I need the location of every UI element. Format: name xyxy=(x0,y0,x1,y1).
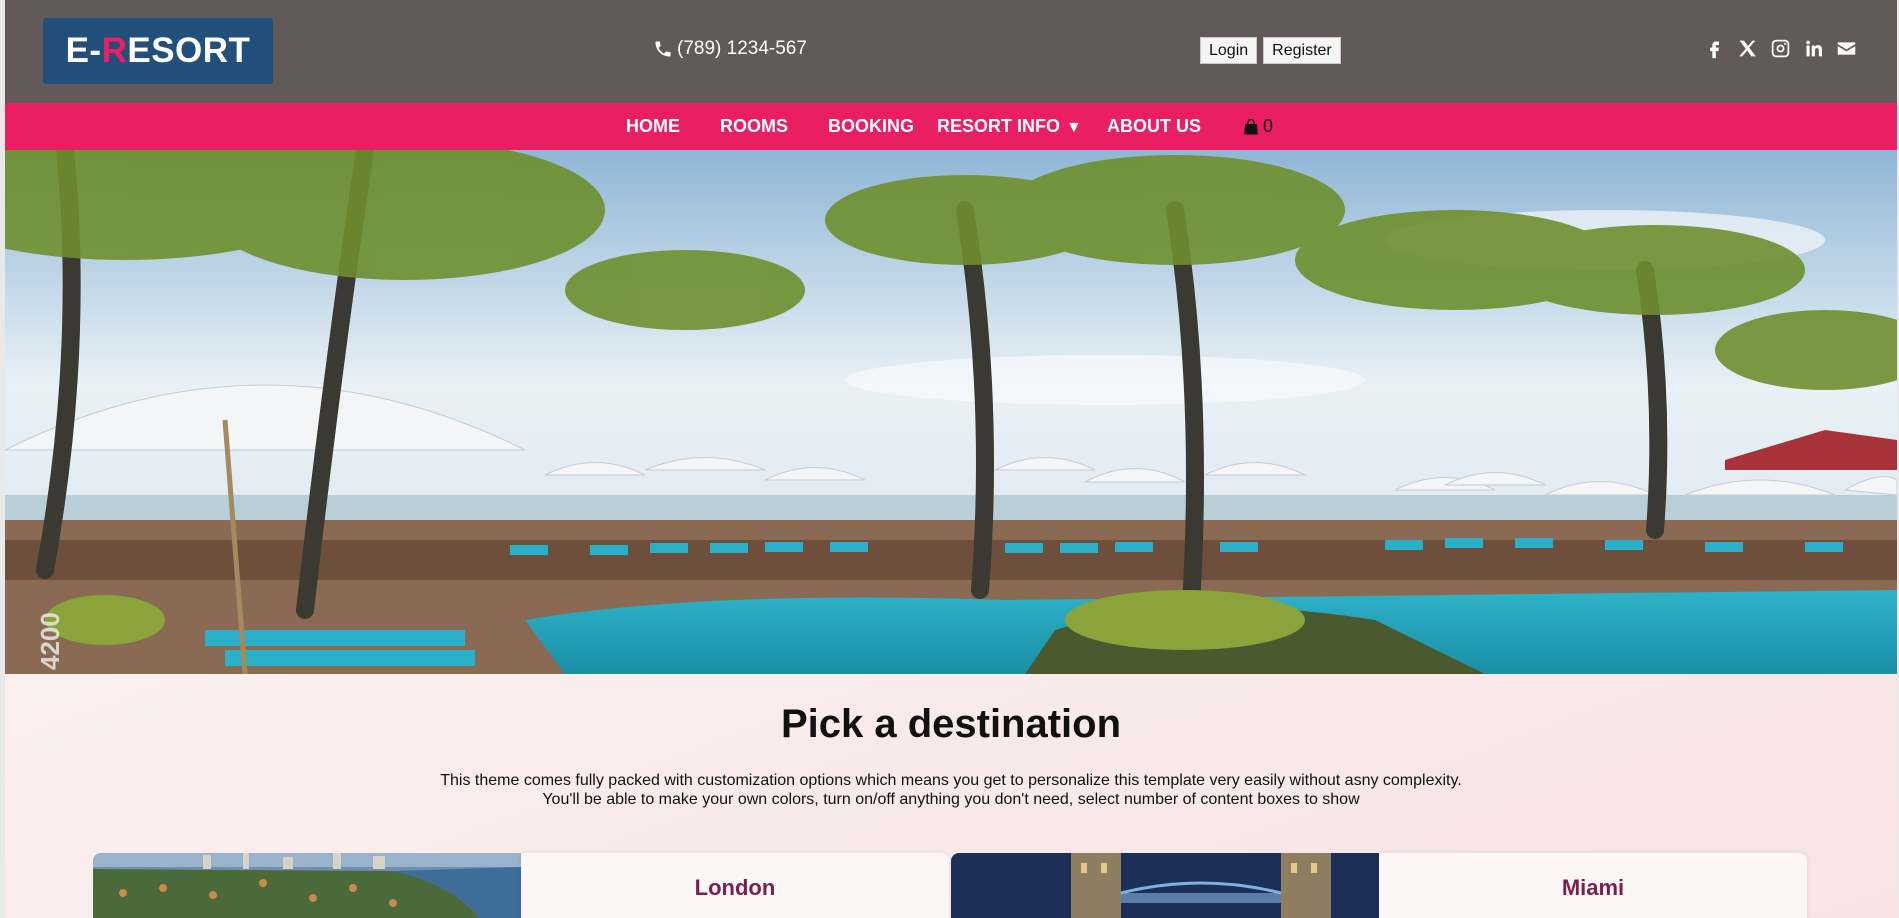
facebook-icon[interactable] xyxy=(1704,38,1725,59)
hero-watermark: 4200 xyxy=(35,612,65,670)
logo-text: E-RESORT xyxy=(65,31,251,70)
page: E-RESORT (789) 1234-567 Login Register H… xyxy=(0,0,1899,918)
destination-city-name: Miami xyxy=(1561,875,1625,900)
nav-resort-info[interactable]: RESORT INFO ▼ xyxy=(937,103,1082,150)
page-left-border xyxy=(0,0,5,918)
nav-resort-info-label: RESORT INFO xyxy=(937,116,1061,136)
cart-button[interactable]: 0 xyxy=(1242,103,1273,150)
phone-icon xyxy=(655,41,671,57)
phone-number: (789) 1234-567 xyxy=(677,38,807,59)
tower-bridge-image xyxy=(951,853,1379,918)
nav-rooms[interactable]: ROOMS xyxy=(720,103,788,150)
destination-card-2[interactable]: Miami xyxy=(1379,853,1807,918)
nav-home[interactable]: HOME xyxy=(626,103,680,150)
cart-count: 0 xyxy=(1263,116,1274,136)
destination-card-image-2[interactable] xyxy=(951,853,1379,918)
destination-city-name: London xyxy=(694,875,776,900)
top-header: E-RESORT (789) 1234-567 Login Register xyxy=(5,0,1897,103)
destinations-section: Pick a destination This theme comes full… xyxy=(5,674,1897,918)
phone-contact[interactable]: (789) 1234-567 xyxy=(653,38,807,60)
destination-card-image-1[interactable] xyxy=(93,853,521,918)
section-title: Pick a destination xyxy=(780,702,1122,746)
section-description-line-1: This theme comes fully packed with custo… xyxy=(440,772,1462,789)
section-description-line-2: You'll be able to make your own colors, … xyxy=(542,791,1360,808)
login-button[interactable]: Login xyxy=(1200,37,1258,64)
social-links xyxy=(1704,38,1857,59)
register-button[interactable]: Register xyxy=(1263,37,1341,64)
nav-about-us[interactable]: ABOUT US xyxy=(1107,103,1201,150)
coastal-city-image xyxy=(93,853,521,918)
auth-buttons: Login Register xyxy=(1200,37,1341,64)
instagram-icon[interactable] xyxy=(1770,38,1791,59)
x-twitter-icon[interactable] xyxy=(1737,38,1758,59)
main-navigation: HOME ROOMS BOOKING RESORT INFO ▼ ABOUT US… xyxy=(5,103,1897,150)
dropdown-caret-icon: ▼ xyxy=(1066,119,1082,136)
site-logo[interactable]: E-RESORT xyxy=(43,18,273,84)
hero-image: 4200 xyxy=(5,150,1897,674)
mail-icon[interactable] xyxy=(1836,38,1857,59)
destination-card-1[interactable]: London xyxy=(521,853,949,918)
linkedin-icon[interactable] xyxy=(1803,38,1824,59)
hero-banner: 4200 xyxy=(5,150,1897,674)
nav-booking[interactable]: BOOKING xyxy=(828,103,914,150)
shopping-bag-icon xyxy=(1244,118,1258,134)
